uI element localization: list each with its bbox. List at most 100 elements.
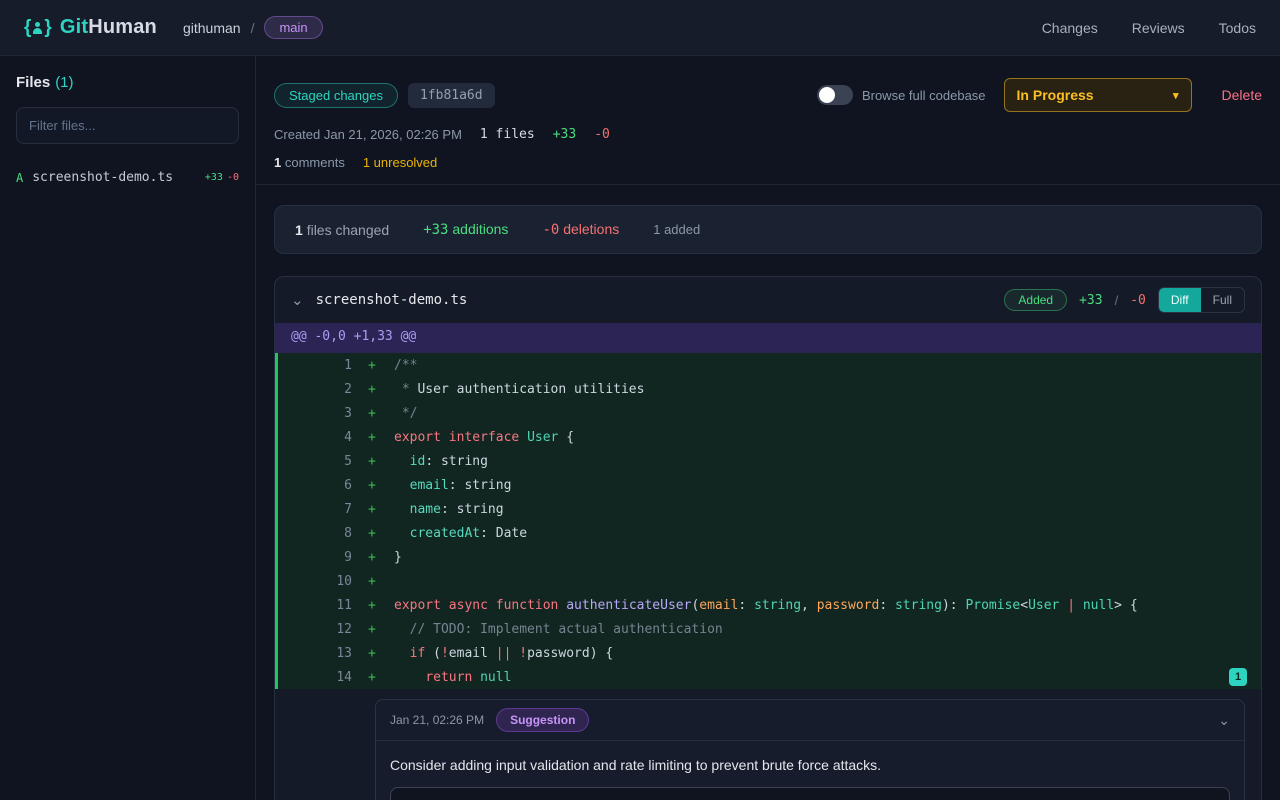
line-number: 7: [278, 502, 368, 517]
code-line[interactable]: 3+ */: [275, 401, 1261, 425]
diff-sign: +: [368, 454, 394, 469]
app-layout: Files(1) Ascreenshot-demo.ts +33 -0 Staged…: [0, 56, 1280, 800]
code-line[interactable]: 9+}: [275, 545, 1261, 569]
files-count-stat: 1 files: [480, 127, 535, 142]
file-additions: +33: [205, 172, 223, 183]
code-line[interactable]: 12+ // TODO: Implement actual authentica…: [275, 617, 1261, 641]
code-line[interactable]: 14+ return null1: [275, 665, 1261, 689]
created-timestamp: Created Jan 21, 2026, 02:26 PM: [274, 127, 462, 142]
filter-files-input[interactable]: [16, 107, 239, 144]
staged-changes-badge: Staged changes: [274, 83, 398, 108]
code-text: name: string: [394, 502, 504, 517]
code-line[interactable]: 6+ email: string: [275, 473, 1261, 497]
code-line[interactable]: 1+/**: [275, 353, 1261, 377]
diff-filename: screenshot-demo.ts: [316, 292, 468, 308]
file-list-item[interactable]: Ascreenshot-demo.ts +33 -0: [16, 170, 239, 185]
comments-summary: 1 comments 1 unresolved: [274, 155, 1262, 170]
diff-sign: +: [368, 406, 394, 421]
code-line[interactable]: 11+export async function authenticateUse…: [275, 593, 1261, 617]
line-number: 13: [278, 646, 368, 661]
toggle-knob: [819, 87, 835, 103]
comment-header: Jan 21, 02:26 PM Suggestion ⌄: [376, 700, 1244, 741]
review-meta-row: Created Jan 21, 2026, 02:26 PM 1 files +…: [274, 127, 1262, 142]
code-text: return null: [394, 670, 511, 685]
code-line[interactable]: 8+ createdAt: Date: [275, 521, 1261, 545]
comment-body: Consider adding input validation and rat…: [376, 741, 1244, 787]
diff-sign: +: [368, 382, 394, 397]
code-text: email: string: [394, 478, 511, 493]
summary-files-changed: 1 files changed: [295, 222, 389, 238]
code-text: */: [394, 406, 417, 421]
code-text: * User authentication utilities: [394, 382, 644, 397]
collapse-comment-chevron-icon[interactable]: ⌄: [1218, 712, 1230, 729]
review-header-actions: Staged changes 1fb81a6d Browse full code…: [274, 78, 1262, 112]
code-line[interactable]: 10+: [275, 569, 1261, 593]
code-line[interactable]: 7+ name: string: [275, 497, 1261, 521]
line-number: 11: [278, 598, 368, 613]
view-toggle-diff[interactable]: Diff: [1159, 288, 1201, 312]
app-logo[interactable]: {} GitHuman: [24, 16, 157, 39]
suggestion-badge: Suggestion: [496, 708, 589, 732]
delete-button[interactable]: Delete: [1222, 87, 1262, 103]
summary-deletions: -0 deletions: [542, 221, 619, 238]
summary-additions: +33 additions: [423, 221, 508, 238]
file-diff-header: ⌄ screenshot-demo.ts Added +33 / -0 Diff…: [275, 277, 1261, 323]
hunk-header: @@ -0,0 +1,33 @@: [275, 323, 1261, 353]
code-text: if (!email || !password) {: [394, 646, 613, 661]
nav-link-todos[interactable]: Todos: [1219, 20, 1256, 36]
line-number: 10: [278, 574, 368, 589]
diff-sign: +: [368, 502, 394, 517]
view-toggle-full[interactable]: Full: [1201, 288, 1244, 312]
app-title: GitHuman: [60, 16, 157, 39]
browse-codebase-toggle[interactable]: [817, 85, 853, 105]
files-count: (1): [55, 74, 73, 91]
file-diff-header-right: Added +33 / -0 Diff Full: [1004, 287, 1245, 313]
files-heading: Files(1): [16, 74, 239, 91]
collapse-file-chevron-icon[interactable]: ⌄: [291, 291, 304, 309]
comment-timestamp: Jan 21, 02:26 PM: [390, 713, 484, 727]
comments-count-stat: 1 comments: [274, 155, 345, 170]
file-name: screenshot-demo.ts: [32, 170, 173, 185]
summary-added-count: 1 added: [653, 222, 700, 237]
browse-codebase-label: Browse full codebase: [862, 88, 986, 103]
repo-name[interactable]: githuman: [183, 20, 241, 36]
code-line[interactable]: 2+ * User authentication utilities: [275, 377, 1261, 401]
deletions-stat: -0: [594, 127, 610, 142]
code-line[interactable]: 5+ id: string: [275, 449, 1261, 473]
code-lines: 1+/**2+ * User authentication utilities3…: [275, 353, 1261, 689]
branch-badge[interactable]: main: [264, 16, 322, 39]
file-status-letter: A: [16, 171, 23, 185]
chevron-down-icon: ▾: [1173, 89, 1179, 102]
comment-thread: Jan 21, 02:26 PM Suggestion ⌄ Consider a…: [375, 699, 1245, 800]
line-number: 5: [278, 454, 368, 469]
line-number: 2: [278, 382, 368, 397]
code-text: // TODO: Implement actual authentication: [394, 622, 723, 637]
status-dropdown[interactable]: In Progress ▾: [1004, 78, 1192, 112]
stat-separator: /: [1115, 293, 1119, 308]
code-line[interactable]: 13+ if (!email || !password) {: [275, 641, 1261, 665]
review-body: 1 files changed +33 additions -0 deletio…: [256, 185, 1280, 800]
diff-sign: +: [368, 598, 394, 613]
file-diff-card: ⌄ screenshot-demo.ts Added +33 / -0 Diff…: [274, 276, 1262, 800]
line-number: 9: [278, 550, 368, 565]
diff-sign: +: [368, 430, 394, 445]
nav-links: Changes Reviews Todos: [1042, 20, 1256, 36]
view-mode-toggle: Diff Full: [1158, 287, 1245, 313]
nav-link-reviews[interactable]: Reviews: [1132, 20, 1185, 36]
diff-sign: +: [368, 526, 394, 541]
main-content: Staged changes 1fb81a6d Browse full code…: [256, 56, 1280, 800]
githuman-logo-icon: {}: [24, 17, 52, 39]
breadcrumb-separator: /: [251, 20, 255, 36]
review-header: Staged changes 1fb81a6d Browse full code…: [256, 56, 1280, 185]
suggested-change-box: Suggested change:: [390, 787, 1230, 800]
code-line[interactable]: 4+export interface User {: [275, 425, 1261, 449]
comment-count-badge[interactable]: 1: [1229, 668, 1247, 686]
file-deletions: -0: [227, 172, 239, 183]
diff-sign: +: [368, 622, 394, 637]
line-number: 4: [278, 430, 368, 445]
nav-link-changes[interactable]: Changes: [1042, 20, 1098, 36]
commit-hash-badge[interactable]: 1fb81a6d: [408, 83, 495, 108]
code-text: }: [394, 550, 402, 565]
top-navbar: {} GitHuman githuman / main Changes Revie…: [0, 0, 1280, 56]
line-number: 3: [278, 406, 368, 421]
